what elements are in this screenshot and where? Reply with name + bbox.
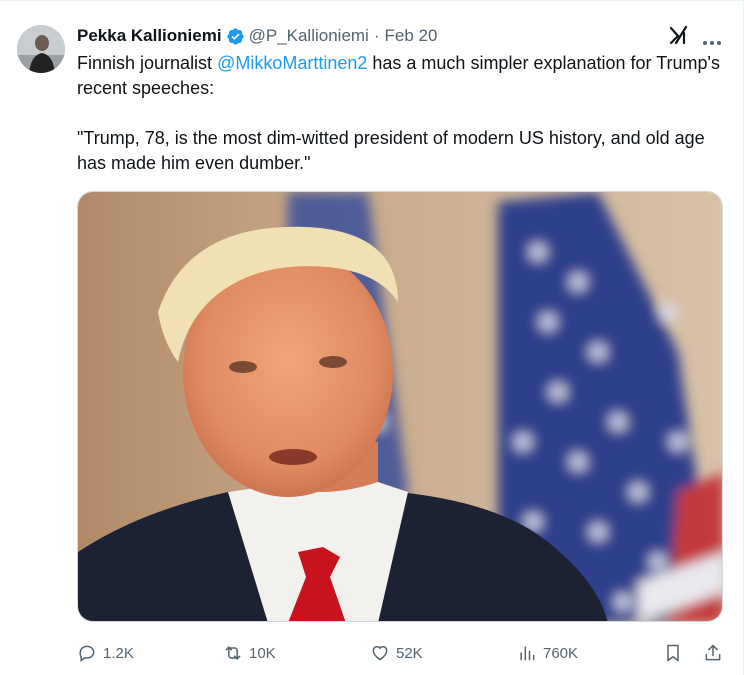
repost-icon — [225, 646, 241, 660]
verified-badge-icon — [226, 27, 245, 46]
views-count: 760K — [543, 644, 579, 662]
heart-icon — [372, 646, 388, 661]
bookmark-button[interactable] — [663, 640, 683, 666]
like-count: 52K — [396, 644, 423, 662]
bookmark-icon — [667, 644, 679, 662]
like-button[interactable]: 52K — [370, 640, 423, 666]
grok-icon[interactable] — [668, 24, 690, 46]
separator-dot: · — [373, 26, 380, 45]
tweet-text-before-mention: Finnish journalist — [77, 53, 218, 73]
author-name[interactable]: Pekka Kallioniemi — [77, 26, 222, 46]
more-options-icon[interactable] — [702, 33, 722, 45]
tweet-quote: "Trump, 78, is the most dim-witted presi… — [77, 128, 705, 173]
share-button[interactable] — [703, 640, 723, 666]
reply-count: 1.2K — [103, 644, 134, 662]
tweet-date[interactable]: Feb 20 — [385, 26, 438, 46]
repost-count: 10K — [249, 644, 276, 662]
tweet-image[interactable] — [77, 191, 723, 622]
repost-button[interactable]: 10K — [223, 640, 276, 666]
views-button[interactable]: 760K — [517, 640, 578, 666]
author-handle[interactable]: @P_Kallioniemi — [249, 26, 369, 46]
avatar[interactable] — [17, 25, 65, 73]
tweet-action-bar: 1.2K 10K 52K 760K — [77, 640, 727, 666]
tweet-header: Pekka Kallioniemi @P_Kallioniemi · Feb 2… — [77, 25, 437, 47]
tweet-paragraph-intro: Finnish journalist @MikkoMarttinen2 has … — [77, 51, 727, 101]
top-divider — [0, 0, 744, 1]
share-icon — [705, 644, 721, 661]
mention-link[interactable]: @MikkoMarttinen2 — [217, 53, 367, 73]
views-bar-chart-icon — [520, 646, 535, 661]
reply-icon — [79, 645, 95, 662]
reply-button[interactable]: 1.2K — [77, 640, 134, 666]
tweet-text: Finnish journalist @MikkoMarttinen2 has … — [77, 51, 727, 176]
